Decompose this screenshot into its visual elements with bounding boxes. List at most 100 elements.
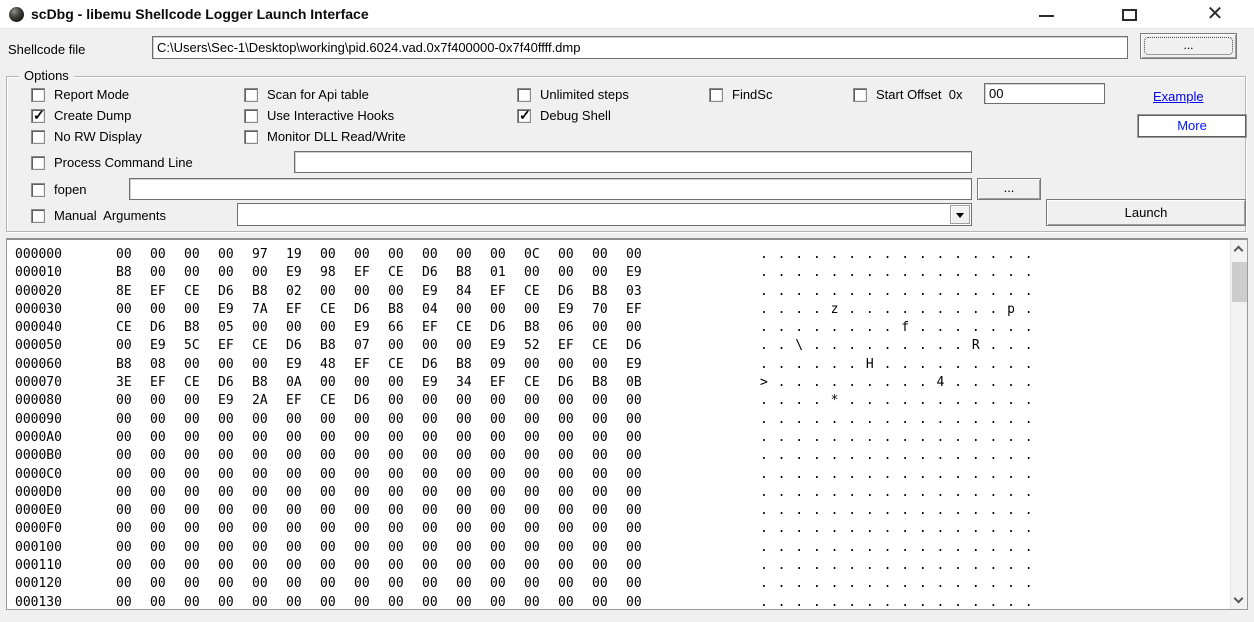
checkbox-box: ✓: [517, 88, 531, 102]
hex-address: 000120: [15, 575, 116, 593]
hex-address: 0000E0: [15, 502, 116, 520]
minimize-button[interactable]: [1023, 0, 1069, 29]
hex-bytes: 00000000000000000000000000000000: [116, 575, 660, 593]
hex-ascii: . . . . . . . . . . . . . . . .: [760, 502, 1034, 520]
hex-ascii: . . . . . . . . . . . . . . . .: [760, 411, 1034, 429]
checkbox-scan-for-api-table[interactable]: ✓Scan for Api table: [244, 86, 369, 102]
options-group: Options ✓Report Mode ✓Create Dump ✓No RW…: [6, 76, 1246, 232]
hex-rows: 0000000000000097190000000000000C000000 . …: [7, 240, 1230, 609]
hex-bytes: 00000000000000000000000000000000: [116, 466, 660, 484]
hex-address: 000090: [15, 411, 116, 429]
check-icon: ✓: [519, 107, 531, 124]
checkbox-fopen[interactable]: ✓fopen: [31, 181, 87, 197]
options-group-label: Options: [19, 68, 74, 83]
checkbox-findsc[interactable]: ✓FindSc: [709, 86, 772, 102]
scroll-up-button[interactable]: [1231, 240, 1248, 258]
example-link[interactable]: Example: [1153, 89, 1204, 104]
hex-address: 000050: [15, 337, 116, 355]
hex-bytes: 8EEFCED6B802000000E984EFCED6B803: [116, 283, 660, 301]
chevron-down-icon: [956, 213, 964, 218]
hex-address: 0000B0: [15, 447, 116, 465]
checkbox-report-mode[interactable]: ✓Report Mode: [31, 86, 129, 102]
hex-bytes: 000000E92AEFCED60000000000000000: [116, 392, 660, 410]
hex-ascii: . . . . . . . . f . . . . . . .: [760, 319, 1034, 337]
minimize-icon: [1039, 15, 1054, 17]
hex-row: 000030000000E97AEFCED6B804000000E970EF. …: [15, 301, 1230, 319]
checkbox-box: ✓: [244, 130, 258, 144]
maximize-button[interactable]: [1106, 0, 1152, 29]
checkbox-no-rw-display[interactable]: ✓No RW Display: [31, 128, 142, 144]
hex-ascii: . . . . z . . . . . . . . . p .: [760, 301, 1034, 319]
hex-address: 000130: [15, 594, 116, 610]
more-button[interactable]: More: [1138, 115, 1246, 137]
hex-bytes: 00000000000000000000000000000000: [116, 539, 660, 557]
window-title: scDbg - libemu Shellcode Logger Launch I…: [31, 6, 369, 22]
checkbox-box: ✓: [31, 88, 45, 102]
chevron-down-icon: [1234, 594, 1244, 604]
hex-address: 000080: [15, 392, 116, 410]
close-button[interactable]: ✕: [1192, 0, 1238, 29]
checkbox-use-interactive-hooks[interactable]: ✓Use Interactive Hooks: [244, 107, 394, 123]
hex-ascii: . . . . . . . . . . . . . . . .: [760, 429, 1034, 447]
hex-address: 000000: [15, 246, 116, 264]
hex-ascii: . . . . . . . . . . . . . . . .: [760, 466, 1034, 484]
hex-bytes: 00000000000000000000000000000000: [116, 594, 660, 610]
hex-row: 000080000000E92AEFCED60000000000000000. …: [15, 392, 1230, 410]
hex-dump-panel: 0000000000000097190000000000000C000000 . …: [6, 238, 1248, 610]
hex-ascii: . . . . . . . . . . . . . . . .: [760, 283, 1034, 301]
checkbox-box: ✓: [31, 109, 45, 123]
hex-address: 000020: [15, 283, 116, 301]
checkbox-process-command-line[interactable]: ✓Process Command Line: [31, 154, 193, 170]
checkbox-start-offset[interactable]: ✓Start Offset 0x: [853, 86, 962, 102]
scroll-down-button[interactable]: [1231, 591, 1248, 609]
checkbox-box: ✓: [31, 183, 45, 197]
hex-row: 00005000E95CEFCED6B807000000E952EFCED6 . …: [15, 337, 1230, 355]
checkbox-box: ✓: [517, 109, 531, 123]
title-bar: scDbg - libemu Shellcode Logger Launch I…: [0, 0, 1254, 29]
hex-row: 0000A000000000000000000000000000000000. …: [15, 429, 1230, 447]
hex-row: 0000F000000000000000000000000000000000. …: [15, 520, 1230, 538]
hex-row: 0000E000000000000000000000000000000000. …: [15, 502, 1230, 520]
app-icon: [9, 7, 24, 22]
hex-ascii: . . \ . . . . . . . . . R . . .: [760, 337, 1034, 355]
checkbox-box: ✓: [244, 88, 258, 102]
hex-row: 00010000000000000000000000000000000000. …: [15, 539, 1230, 557]
hex-address: 000010: [15, 264, 116, 282]
hex-bytes: 00000000000000000000000000000000: [116, 411, 660, 429]
hex-address: 000110: [15, 557, 116, 575]
hex-bytes: B800000000E998EFCED6B801000000E9: [116, 264, 660, 282]
checkbox-debug-shell[interactable]: ✓Debug Shell: [517, 107, 611, 123]
fopen-browse-button[interactable]: ...: [977, 178, 1041, 200]
hex-bytes: 00E95CEFCED6B807000000E952EFCED6: [116, 337, 660, 355]
check-icon: ✓: [33, 107, 45, 124]
vertical-scrollbar[interactable]: [1230, 240, 1247, 609]
hex-row: 0000B000000000000000000000000000000000. …: [15, 447, 1230, 465]
hex-bytes: 00000000000000000000000000000000: [116, 557, 660, 575]
hex-bytes: CED6B805000000E966EFCED6B8060000: [116, 319, 660, 337]
hex-row: 000040CED6B805000000E966EFCED6B8060000. …: [15, 319, 1230, 337]
hex-ascii: . . . . . . . . . . . . . . . .: [760, 246, 1034, 264]
shellcode-file-input[interactable]: [152, 36, 1128, 59]
checkbox-box: ✓: [31, 156, 45, 170]
start-offset-input[interactable]: [984, 83, 1105, 104]
manual-arguments-combo[interactable]: [237, 203, 972, 226]
hex-ascii: . . . . . . . . . . . . . . . .: [760, 447, 1034, 465]
checkbox-monitor-dll-read-write[interactable]: ✓Monitor DLL Read/Write: [244, 128, 406, 144]
hex-ascii: . . . . . . . . . . . . . . . .: [760, 594, 1034, 610]
maximize-icon: [1122, 9, 1137, 21]
combo-dropdown-button[interactable]: [950, 205, 970, 224]
hex-address: 0000F0: [15, 520, 116, 538]
checkbox-create-dump[interactable]: ✓Create Dump: [31, 107, 131, 123]
checkbox-unlimited-steps[interactable]: ✓Unlimited steps: [517, 86, 629, 102]
process-command-line-input[interactable]: [294, 151, 972, 173]
fopen-input[interactable]: [129, 178, 972, 200]
checkbox-manual-arguments[interactable]: ✓Manual Arguments: [31, 207, 166, 223]
hex-ascii: . . . . . . . . . . . . . . . .: [760, 539, 1034, 557]
scrollbar-thumb[interactable]: [1232, 262, 1247, 302]
launch-button[interactable]: Launch: [1046, 199, 1246, 226]
checkbox-box: ✓: [31, 209, 45, 223]
hex-bytes: 00000000000000000000000000000000: [116, 429, 660, 447]
browse-file-button[interactable]: ...: [1140, 33, 1237, 59]
hex-bytes: 0000000097190000000000000C000000: [116, 246, 660, 264]
chevron-up-icon: [1234, 246, 1244, 256]
